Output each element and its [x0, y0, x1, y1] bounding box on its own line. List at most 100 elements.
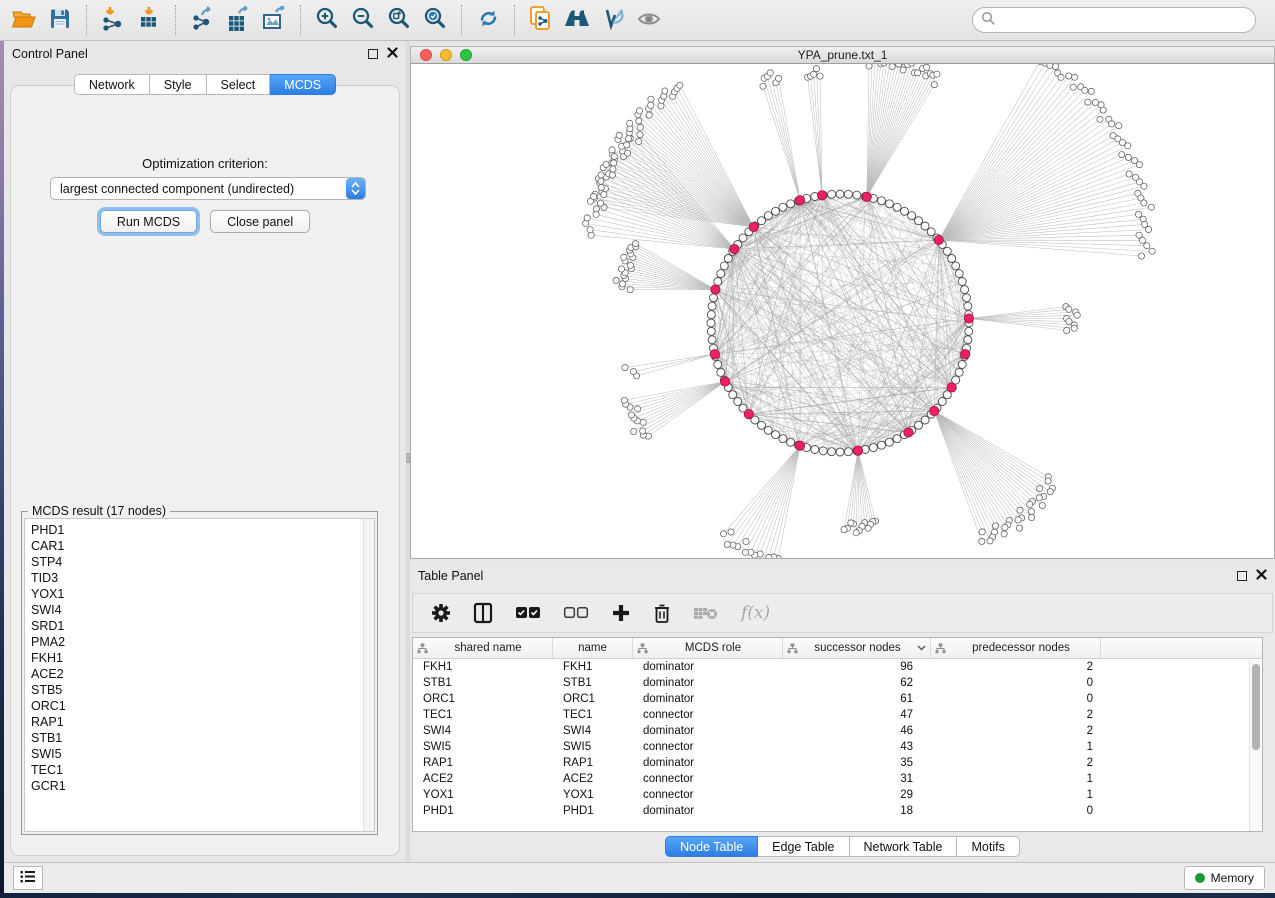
tab-network-table[interactable]: Network Table	[850, 836, 958, 857]
mcds-result-node[interactable]: TID3	[31, 570, 374, 586]
search-network-button[interactable]	[559, 3, 595, 37]
cell-mcds-role: dominator	[633, 757, 783, 769]
mcds-result-node[interactable]: YOX1	[31, 586, 374, 602]
mcds-result-node[interactable]: STB5	[31, 682, 374, 698]
table-scrollbar-thumb[interactable]	[1252, 664, 1260, 750]
column-header-successor-nodes[interactable]: successor nodes	[783, 638, 931, 658]
table-row[interactable]: PHD1PHD1dominator180	[413, 803, 1262, 819]
export-image-button[interactable]	[256, 3, 292, 37]
mcds-result-node[interactable]: GCR1	[31, 778, 374, 794]
toolbar-separator	[514, 5, 515, 35]
gear-icon[interactable]	[431, 603, 451, 623]
table-row[interactable]: STB1STB1dominator620	[413, 675, 1262, 691]
tab-edge-table[interactable]: Edge Table	[758, 836, 849, 857]
export-network-icon	[189, 6, 215, 35]
search-input[interactable]	[996, 10, 1255, 30]
open-file-button[interactable]	[6, 3, 42, 37]
control-panel-title: Control Panel	[12, 47, 88, 61]
mcds-result-list[interactable]: PHD1CAR1STP4TID3YOX1SWI4SRD1PMA2FKH1ACE2…	[24, 518, 375, 832]
tab-network[interactable]: Network	[74, 74, 150, 95]
mcds-result-node[interactable]: STB1	[31, 730, 374, 746]
cell-name: RAP1	[553, 757, 633, 769]
deselect-all-icon[interactable]	[563, 606, 589, 620]
show-hide-button[interactable]	[631, 3, 667, 37]
close-panel-button[interactable]: Close panel	[210, 210, 310, 233]
table-row[interactable]: ACE2ACE2connector311	[413, 771, 1262, 787]
cell-mcds-role: connector	[633, 773, 783, 785]
mcds-result-node[interactable]: STP4	[31, 554, 374, 570]
zoom-out-button[interactable]	[345, 3, 381, 37]
column-chooser-icon[interactable]	[473, 602, 493, 624]
add-column-icon[interactable]	[611, 603, 631, 623]
table-row[interactable]: TEC1TEC1connector472	[413, 707, 1262, 723]
cell-predecessor-nodes: 2	[931, 709, 1101, 721]
mcds-result-node[interactable]: CAR1	[31, 538, 374, 554]
mcds-result-node[interactable]: ORC1	[31, 698, 374, 714]
column-header-shared-name[interactable]: shared name	[413, 638, 553, 658]
float-panel-icon[interactable]	[368, 49, 378, 59]
mcds-result-node[interactable]: SWI4	[31, 602, 374, 618]
export-network-button[interactable]	[184, 3, 220, 37]
zoom-in-button[interactable]	[309, 3, 345, 37]
mcds-result-node[interactable]: ACE2	[31, 666, 374, 682]
refresh-button[interactable]	[470, 3, 506, 37]
zoom-selected-icon	[423, 6, 448, 34]
table-panel-tabs: Node TableEdge TableNetwork TableMotifs	[410, 836, 1275, 857]
mcds-result-node[interactable]: TEC1	[31, 762, 374, 778]
table-row[interactable]: RAP1RAP1dominator352	[413, 755, 1262, 771]
tab-motifs[interactable]: Motifs	[957, 836, 1019, 857]
tab-select[interactable]: Select	[207, 74, 271, 95]
mcds-result-node[interactable]: PMA2	[31, 634, 374, 650]
table-row[interactable]: SWI4SWI4dominator462	[413, 723, 1262, 739]
zoom-selected-button[interactable]	[417, 3, 453, 37]
table-panel-title: Table Panel	[418, 569, 483, 583]
network-search-field[interactable]	[972, 7, 1256, 33]
criterion-dropdown[interactable]: largest connected component (undirected)	[50, 177, 366, 200]
network-canvas[interactable]	[410, 64, 1275, 559]
sitemap-icon	[417, 643, 428, 654]
import-network-icon	[100, 6, 126, 35]
mcds-result-node[interactable]: PHD1	[31, 522, 374, 538]
memory-button[interactable]: Memory	[1184, 866, 1265, 890]
export-image-icon	[261, 6, 287, 35]
network-view-window: YPA_prune.txt_1	[410, 46, 1275, 559]
mcds-result-node[interactable]: SRD1	[31, 618, 374, 634]
select-all-icon[interactable]	[515, 606, 541, 620]
desktop-wallpaper-bottom	[0, 893, 1275, 898]
mcds-result-node[interactable]: FKH1	[31, 650, 374, 666]
close-panel-icon[interactable]	[387, 47, 398, 61]
save-session-button[interactable]	[42, 3, 78, 37]
tab-style[interactable]: Style	[150, 74, 207, 95]
column-header-name[interactable]: name	[553, 638, 633, 658]
import-network-button[interactable]	[95, 3, 131, 37]
run-mcds-button[interactable]: Run MCDS	[100, 210, 197, 233]
cell-mcds-role: connector	[633, 741, 783, 753]
cell-successor-nodes: 29	[783, 789, 931, 801]
network-graph[interactable]	[411, 64, 1275, 559]
import-table-button[interactable]	[131, 3, 167, 37]
delete-table-icon	[693, 605, 719, 621]
tab-node-table[interactable]: Node Table	[665, 836, 758, 857]
table-row[interactable]: FKH1FKH1dominator962	[413, 659, 1262, 675]
show-panels-button[interactable]	[13, 866, 43, 890]
column-header-mcds-role[interactable]: MCDS role	[633, 638, 783, 658]
table-row[interactable]: YOX1YOX1connector291	[413, 787, 1262, 803]
cell-name: TEC1	[553, 709, 633, 721]
style-mapper-button[interactable]	[595, 3, 631, 37]
clone-network-icon	[528, 5, 554, 35]
table-row[interactable]: SWI5SWI5connector431	[413, 739, 1262, 755]
table-row[interactable]: ORC1ORC1dominator610	[413, 691, 1262, 707]
float-table-panel-icon[interactable]	[1237, 571, 1247, 581]
tab-mcds[interactable]: MCDS	[270, 74, 336, 95]
clone-network-button[interactable]	[523, 3, 559, 37]
close-table-panel-icon[interactable]	[1256, 569, 1267, 583]
cell-shared-name: TEC1	[413, 709, 553, 721]
column-header-predecessor-nodes[interactable]: predecessor nodes	[931, 638, 1101, 658]
mcds-result-node[interactable]: SWI5	[31, 746, 374, 762]
table-scrollbar[interactable]	[1249, 660, 1262, 831]
mcds-result-node[interactable]: RAP1	[31, 714, 374, 730]
export-table-button[interactable]	[220, 3, 256, 37]
zoom-fit-button[interactable]	[381, 3, 417, 37]
mcds-list-scrollbar[interactable]	[363, 519, 374, 831]
delete-column-icon[interactable]	[653, 603, 671, 624]
